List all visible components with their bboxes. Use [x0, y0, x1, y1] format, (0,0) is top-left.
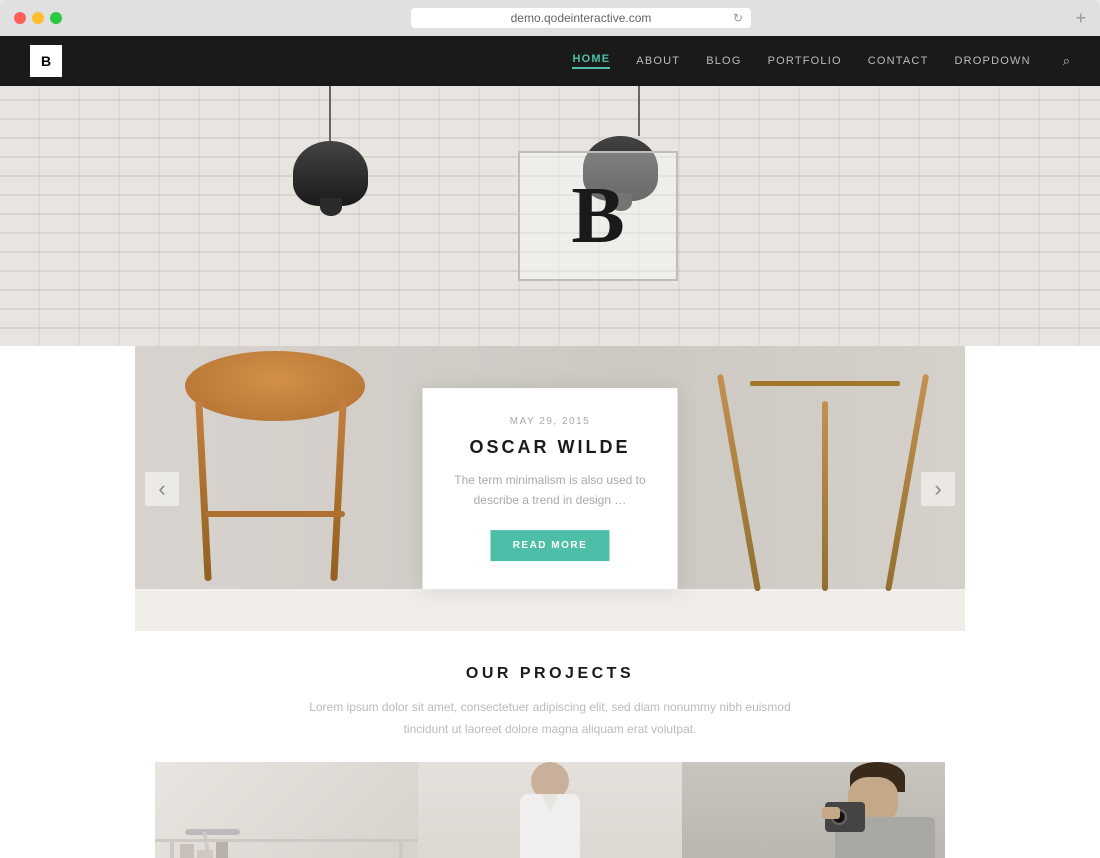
furniture-stool — [175, 351, 375, 591]
browser-titlebar: demo.qodeinteractive.com ↻ + — [0, 0, 1100, 36]
furniture-easel — [745, 346, 905, 591]
maximize-button[interactable] — [50, 12, 62, 24]
website-content: B HOME ABOUT BLOG PORTFOLIO CONTACT DROP… — [0, 36, 1100, 858]
navigation: B HOME ABOUT BLOG PORTFOLIO CONTACT DROP… — [0, 36, 1100, 86]
refresh-icon[interactable]: ↻ — [733, 11, 743, 25]
close-button[interactable] — [14, 12, 26, 24]
slider-prev-arrow[interactable]: ‹ — [145, 472, 179, 506]
lamp-left — [290, 86, 370, 141]
hero-logo-letter: B — [571, 171, 624, 262]
address-bar[interactable]: demo.qodeinteractive.com ↻ — [76, 8, 1086, 28]
nav-menu: HOME ABOUT BLOG PORTFOLIO CONTACT DROPDO… — [572, 53, 1070, 69]
nav-logo[interactable]: B — [30, 45, 62, 77]
slider-next-arrow[interactable]: › — [921, 472, 955, 506]
project-item-1[interactable] — [155, 762, 418, 858]
url-text: demo.qodeinteractive.com — [511, 11, 652, 25]
card-date: MAY 29, 2015 — [449, 416, 652, 427]
hero-logo-frame: B — [518, 151, 678, 281]
search-icon[interactable]: ⌕ — [1063, 53, 1070, 69]
card-title: OSCAR WILDE — [449, 437, 652, 458]
card-text: The term minimalism is also used to desc… — [449, 470, 652, 511]
slider-section: ‹ › MAY 29, 2015 OSCAR WILDE The term mi… — [135, 346, 965, 631]
new-tab-button[interactable]: + — [1075, 8, 1086, 29]
browser-chrome: demo.qodeinteractive.com ↻ + B HOME ABOU… — [0, 0, 1100, 858]
window-buttons — [14, 12, 62, 24]
projects-title: OUR PROJECTS — [20, 665, 1080, 683]
nav-item-dropdown[interactable]: DROPDOWN — [955, 55, 1031, 67]
projects-description: Lorem ipsum dolor sit amet, consectetuer… — [290, 697, 810, 740]
nav-item-home[interactable]: HOME — [572, 53, 610, 69]
nav-item-about[interactable]: ABOUT — [636, 55, 680, 67]
project-item-2[interactable] — [418, 762, 681, 858]
project-item-3[interactable] — [682, 762, 945, 858]
nav-item-contact[interactable]: CONTACT — [868, 55, 929, 67]
nav-item-portfolio[interactable]: PORTFOLIO — [768, 55, 842, 67]
nav-item-blog[interactable]: BLOG — [706, 55, 741, 67]
slider-card: MAY 29, 2015 OSCAR WILDE The term minima… — [423, 388, 678, 590]
minimize-button[interactable] — [32, 12, 44, 24]
read-more-button[interactable]: READ MORE — [491, 530, 610, 561]
hero-section: B — [0, 86, 1100, 346]
projects-grid — [155, 762, 945, 858]
projects-section: OUR PROJECTS Lorem ipsum dolor sit amet,… — [0, 631, 1100, 858]
